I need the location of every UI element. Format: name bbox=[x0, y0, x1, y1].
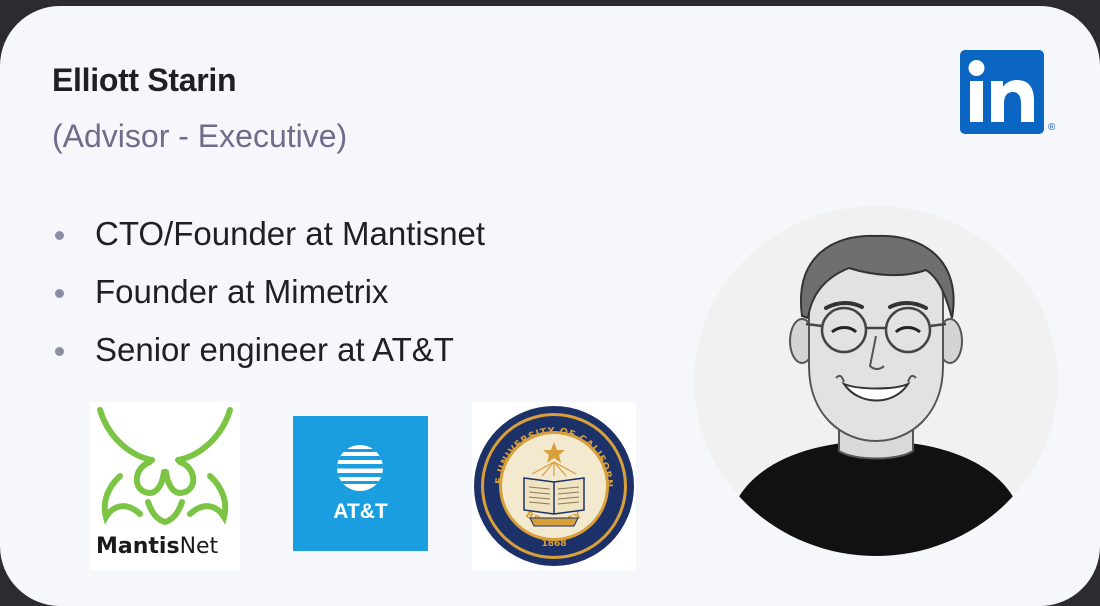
bullet-list: CTO/Founder at Mantisnet Founder at Mime… bbox=[52, 208, 485, 382]
profile-name: Elliott Starin bbox=[52, 62, 237, 98]
bullet-text: Senior engineer at AT&T bbox=[95, 331, 454, 368]
university-seal-icon: THE UNIVERSITY OF CALIFORNIA BERKELEY bbox=[468, 394, 634, 566]
uc-berkeley-seal: THE UNIVERSITY OF CALIFORNIA BERKELEY bbox=[468, 394, 636, 570]
bullet-dot bbox=[55, 231, 64, 240]
mantis-emblem-icon bbox=[97, 407, 233, 526]
linkedin-logo-glyph bbox=[968, 60, 1034, 122]
bullet-dot bbox=[55, 289, 64, 298]
list-item: CTO/Founder at Mantisnet bbox=[52, 208, 485, 266]
bullet-dot bbox=[55, 347, 64, 356]
mantisnet-logo: MantisNet bbox=[90, 402, 240, 570]
profile-role: (Advisor - Executive) bbox=[52, 118, 348, 154]
bullet-text: Founder at Mimetrix bbox=[95, 273, 389, 310]
person-portrait-icon bbox=[694, 234, 1058, 556]
mantisnet-wordmark: MantisNet bbox=[96, 534, 219, 559]
svg-text:1868: 1868 bbox=[541, 539, 566, 549]
avatar bbox=[694, 206, 1058, 556]
att-wordmark: AT&T bbox=[333, 500, 388, 523]
bullet-text: CTO/Founder at Mantisnet bbox=[95, 215, 486, 252]
linkedin-icon[interactable]: ® bbox=[960, 50, 1055, 134]
att-globe-icon bbox=[337, 445, 383, 491]
registered-mark: ® bbox=[1048, 122, 1056, 133]
att-logo: AT&T bbox=[293, 416, 428, 551]
list-item: Founder at Mimetrix bbox=[52, 266, 485, 324]
profile-card: Elliott Starin (Advisor - Executive) ® C… bbox=[0, 6, 1100, 606]
list-item: Senior engineer at AT&T bbox=[52, 324, 485, 382]
